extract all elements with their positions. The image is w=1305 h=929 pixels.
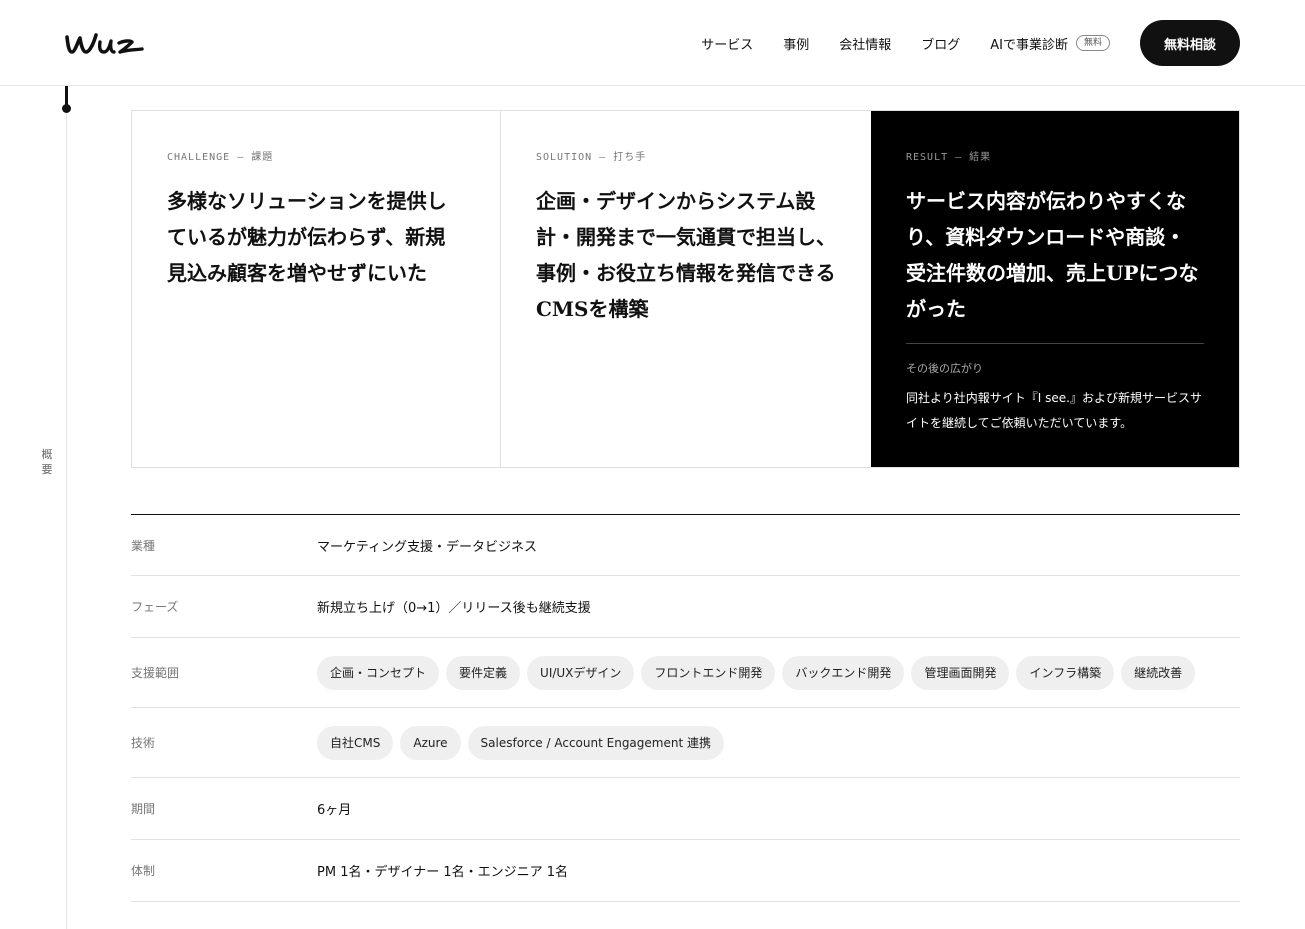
wuz-logo-icon: [65, 33, 144, 54]
section-label-overview: 概要: [41, 448, 53, 476]
card-tag: RESULT — 結果: [906, 152, 992, 163]
info-label: 期間: [131, 802, 156, 816]
info-row-period: 期間 6ヶ月: [131, 778, 1240, 840]
card-title: 企画・デザインからシステム設計・開発まで一気通貫で担当し、事例・お役立ち情報を発…: [536, 189, 836, 321]
project-info-table: 業種 マーケティング支援・データビジネス フェーズ 新規立ち上げ（0→1）／リリ…: [131, 514, 1240, 902]
nav-item-cases[interactable]: 事例: [783, 34, 809, 53]
nav-item-ai-diagnosis[interactable]: AIで事業診断 無料: [990, 34, 1110, 53]
tech-tag-list: 自社CMS Azure Salesforce / Account Engagem…: [317, 725, 731, 760]
info-label: フェーズ: [131, 600, 179, 614]
progress-indicator-dot: [62, 104, 71, 113]
tech-tag: 自社CMS: [317, 725, 394, 760]
nav-item-blog[interactable]: ブログ: [921, 34, 960, 53]
case-summary-cards: CHALLENGE — 課題 多様なソリューションを提供しているが魅力が伝わらず…: [131, 110, 1240, 468]
scope-tag: インフラ構築: [1016, 655, 1115, 690]
info-row-scope: 支援範囲 企画・コンセプト 要件定義 UI/UXデザイン フロントエンド開発 バ…: [131, 638, 1240, 708]
nav-item-ai-diagnosis-label: AIで事業診断: [990, 37, 1068, 53]
info-row-team: 体制 PM 1名・デザイナー 1名・エンジニア 1名: [131, 840, 1240, 902]
free-consultation-button[interactable]: 無料相談: [1140, 20, 1240, 66]
scope-tag: バックエンド開発: [782, 655, 905, 690]
info-value: PM 1名・デザイナー 1名・エンジニア 1名: [317, 865, 569, 880]
solution-card: SOLUTION — 打ち手 企画・デザインからシステム設計・開発まで一気通貫で…: [501, 111, 871, 467]
main-nav: サービス 事例 会社情報 ブログ AIで事業診断 無料: [671, 0, 1110, 86]
tech-tag: Azure: [400, 725, 461, 760]
site-header: サービス 事例 会社情報 ブログ AIで事業診断 無料 無料相談: [0, 0, 1305, 86]
info-value: マーケティング支援・データビジネス: [317, 539, 537, 555]
tech-tag: Salesforce / Account Engagement 連携: [467, 725, 724, 760]
info-label: 技術: [131, 736, 156, 750]
info-label: 業種: [131, 538, 156, 553]
info-value: 6ヶ月: [317, 803, 352, 818]
challenge-card: CHALLENGE — 課題 多様なソリューションを提供しているが魅力が伝わらず…: [132, 111, 501, 467]
scope-tag: 継続改善: [1121, 655, 1196, 690]
info-label: 体制: [131, 864, 156, 878]
result-followup-text: 同社より社内報サイト『I see.』および新規サービスサイトを継続してご依頼いた…: [906, 391, 1202, 430]
scope-tag: UI/UXデザイン: [527, 655, 635, 690]
card-title: サービス内容が伝わりやすくなり、資料ダウンロードや商談・受注件数の増加、売上UP…: [906, 189, 1199, 321]
result-followup-label: その後の広がり: [906, 362, 983, 375]
card-title: 多様なソリューションを提供しているが魅力が伝わらず、新規見込み顧客を増やせずにい…: [167, 189, 447, 285]
progress-rail: [66, 86, 67, 929]
nav-item-company[interactable]: 会社情報: [839, 34, 891, 53]
scope-tag: 管理画面開発: [911, 655, 1010, 690]
card-tag: SOLUTION — 打ち手: [536, 152, 647, 163]
nav-item-services[interactable]: サービス: [701, 34, 753, 53]
info-row-industry: 業種 マーケティング支援・データビジネス: [131, 515, 1240, 576]
card-tag: CHALLENGE — 課題: [167, 152, 274, 163]
info-row-tech: 技術 自社CMS Azure Salesforce / Account Enga…: [131, 708, 1240, 778]
info-value: 新規立ち上げ（0→1）／リリース後も継続支援: [317, 601, 591, 616]
result-card: RESULT — 結果 サービス内容が伝わりやすくなり、資料ダウンロードや商談・…: [871, 111, 1239, 467]
free-badge: 無料: [1075, 35, 1110, 51]
scope-tag: 企画・コンセプト: [317, 655, 440, 690]
scope-tag: フロントエンド開発: [641, 655, 776, 690]
info-label: 支援範囲: [131, 666, 180, 680]
scope-tag: 要件定義: [446, 655, 521, 690]
site-logo[interactable]: [64, 28, 146, 58]
info-row-phase: フェーズ 新規立ち上げ（0→1）／リリース後も継続支援: [131, 576, 1240, 638]
scope-tag-list: 企画・コンセプト 要件定義 UI/UXデザイン フロントエンド開発 バックエンド…: [317, 655, 1202, 690]
card-divider: [906, 343, 1204, 344]
